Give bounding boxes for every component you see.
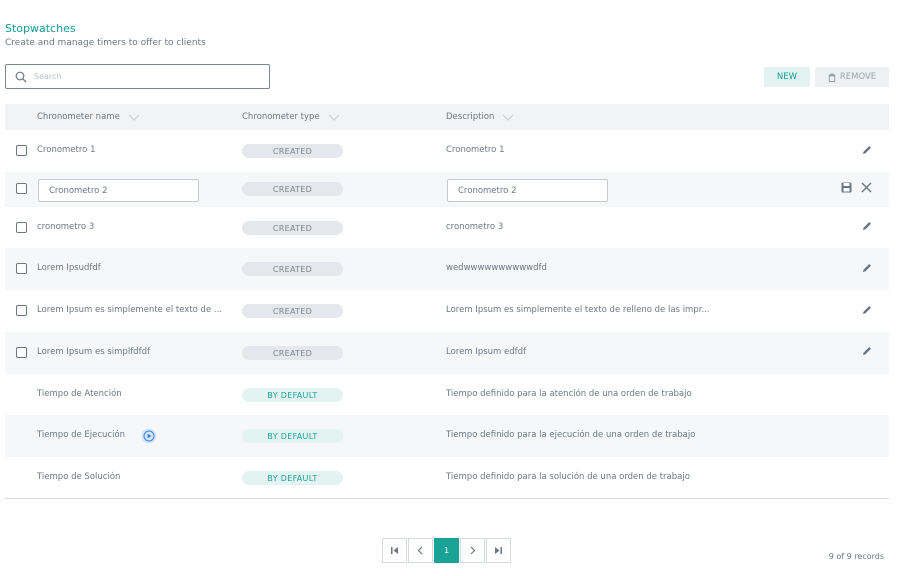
- row-name: Lorem Ipsum es simplfdfdf: [37, 347, 150, 357]
- row-checkbox[interactable]: [16, 347, 27, 358]
- type-badge: BY DEFAULT: [242, 471, 343, 485]
- row-checkbox[interactable]: [16, 183, 27, 194]
- row-checkbox[interactable]: [16, 263, 27, 274]
- play-circle-icon[interactable]: [141, 428, 157, 444]
- row-name: Cronometro 1: [37, 145, 96, 155]
- row-name: Tiempo de Atención: [37, 389, 122, 399]
- column-header-name[interactable]: Chronometer name: [37, 104, 140, 130]
- type-badge: CREATED: [242, 144, 343, 158]
- close-icon[interactable]: [860, 181, 873, 194]
- table-row: Lorem Ipsum es simplemente el texto de .…: [5, 290, 889, 332]
- row-description: Tiempo definido para la solución de una …: [446, 472, 690, 482]
- row-description: Lorem Ipsum es simplemente el texto de r…: [446, 305, 710, 315]
- chevron-down-icon[interactable]: [502, 114, 514, 121]
- first-page-button[interactable]: [382, 538, 407, 563]
- chevron-down-icon[interactable]: [328, 114, 340, 121]
- row-description: Tiempo definido para la ejecución de una…: [446, 430, 696, 440]
- row-name: cronometro 3: [37, 222, 95, 232]
- table-row: Cronometro 1 CREATED Cronometro 1: [5, 130, 889, 172]
- table-header: Chronometer name Chronometer type Descri…: [5, 104, 889, 130]
- new-button[interactable]: NEW: [764, 67, 810, 87]
- row-name: Lorem Ipsum es simplemente el texto de .…: [37, 305, 222, 315]
- row-name: Tiempo de Ejecución: [37, 430, 126, 440]
- pencil-icon[interactable]: [861, 144, 873, 156]
- page-title: Stopwatches: [5, 22, 76, 35]
- search-icon: [15, 71, 27, 82]
- remove-label: REMOVE: [839, 72, 877, 82]
- search-box[interactable]: [5, 64, 270, 89]
- type-badge: BY DEFAULT: [242, 388, 343, 402]
- description-edit-input[interactable]: [447, 179, 608, 202]
- chevron-right-icon: [470, 546, 476, 555]
- row-checkbox[interactable]: [16, 145, 27, 156]
- records-count: 9 of 9 records: [828, 552, 884, 561]
- next-page-button[interactable]: [460, 538, 485, 563]
- page-subtitle: Create and manage timers to offer to cli…: [5, 38, 206, 48]
- chevron-left-icon: [417, 546, 423, 555]
- pencil-icon[interactable]: [861, 345, 873, 357]
- table-row: Lorem Ipsum es simplfdfdf CREATED Lorem …: [5, 332, 889, 374]
- type-badge: BY DEFAULT: [242, 429, 343, 443]
- row-checkbox[interactable]: [16, 305, 27, 316]
- table-bottom-divider: [5, 498, 889, 499]
- row-name: Tiempo de Solución: [37, 472, 121, 482]
- table-row-editing: CREATED: [5, 172, 889, 207]
- name-edit-input[interactable]: [38, 179, 199, 202]
- remove-button[interactable]: REMOVE: [815, 67, 889, 87]
- save-icon[interactable]: [841, 182, 852, 193]
- row-description: wedwwwwwwwwwwdfd: [446, 263, 547, 273]
- last-page-button[interactable]: [486, 538, 511, 563]
- table-row: Tiempo de Solución BY DEFAULT Tiempo def…: [5, 457, 889, 498]
- row-checkbox[interactable]: [16, 222, 27, 233]
- row-description: Lorem Ipsum edfdf: [446, 347, 527, 357]
- row-description: Tiempo definido para la atención de una …: [446, 389, 692, 399]
- type-badge: CREATED: [242, 262, 343, 276]
- type-badge: CREATED: [242, 182, 343, 196]
- column-label: Chronometer type: [242, 112, 320, 122]
- column-label: Description: [446, 112, 495, 122]
- trash-icon: [828, 72, 836, 82]
- row-name: Lorem Ipsudfdf: [37, 263, 101, 273]
- column-header-description[interactable]: Description: [446, 104, 514, 130]
- page-button-current[interactable]: 1: [434, 538, 459, 563]
- row-description: cronometro 3: [446, 222, 504, 232]
- column-label: Chronometer name: [37, 112, 120, 122]
- table-row: Tiempo de Atención BY DEFAULT Tiempo def…: [5, 374, 889, 415]
- type-badge: CREATED: [242, 304, 343, 318]
- column-header-type[interactable]: Chronometer type: [242, 104, 340, 130]
- search-input[interactable]: [34, 72, 234, 81]
- chevron-down-icon[interactable]: [128, 114, 140, 121]
- row-description: Cronometro 1: [446, 145, 505, 155]
- pagination: 1: [382, 538, 512, 563]
- pencil-icon[interactable]: [861, 304, 873, 316]
- table-row: cronometro 3 CREATED cronometro 3: [5, 207, 889, 248]
- type-badge: CREATED: [242, 221, 343, 235]
- previous-page-button[interactable]: [408, 538, 433, 563]
- type-badge: CREATED: [242, 346, 343, 360]
- last-page-icon: [495, 547, 502, 554]
- table-row: Lorem Ipsudfdf CREATED wedwwwwwwwwwwdfd: [5, 248, 889, 290]
- pencil-icon[interactable]: [861, 262, 873, 274]
- table-row: Tiempo de Ejecución BY DEFAULT Tiempo de…: [5, 415, 889, 457]
- pencil-icon[interactable]: [861, 220, 873, 232]
- first-page-icon: [391, 547, 398, 554]
